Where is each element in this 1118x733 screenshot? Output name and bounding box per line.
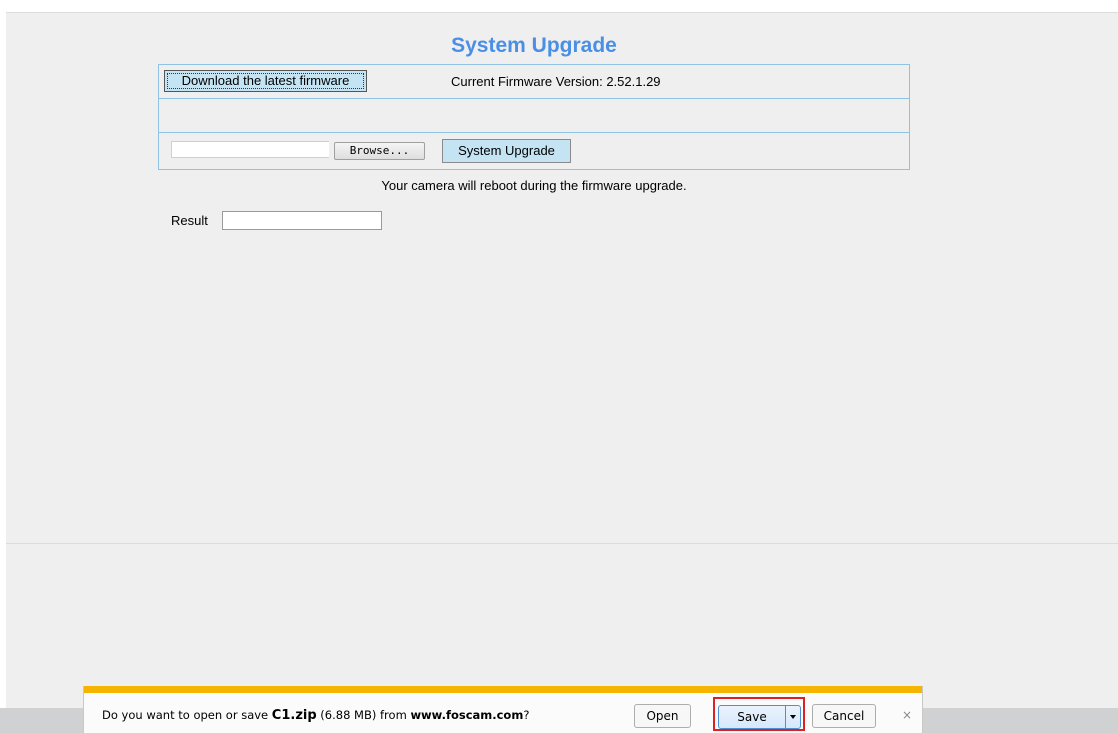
cancel-button[interactable]: Cancel	[812, 704, 876, 728]
save-options-dropdown[interactable]	[785, 705, 801, 729]
download-source-site: www.foscam.com	[410, 708, 524, 722]
result-field	[222, 211, 382, 230]
download-message: Do you want to open or save C1.zip (6.88…	[102, 708, 529, 723]
page-title: System Upgrade	[451, 34, 617, 57]
save-button[interactable]: Save	[718, 705, 785, 729]
close-icon[interactable]: ×	[901, 708, 913, 722]
lower-content-area	[6, 544, 1118, 708]
open-button[interactable]: Open	[634, 704, 691, 728]
file-select-row: Browse... System Upgrade	[159, 99, 909, 163]
result-row: Result	[159, 133, 909, 230]
download-notification-bar: Do you want to open or save C1.zip (6.88…	[83, 686, 923, 733]
save-highlight-box: Save	[713, 697, 805, 731]
notification-accent-bar	[84, 686, 922, 693]
upgrade-panel: Download the latest firmware Current Fir…	[158, 64, 910, 230]
firmware-info-row: Download the latest firmware Current Fir…	[159, 65, 909, 99]
chevron-down-icon	[790, 715, 796, 719]
result-label: Result	[171, 213, 208, 228]
download-file-name: C1.zip	[271, 708, 317, 723]
browser-page: System Upgrade Download the latest firmw…	[0, 0, 1118, 733]
download-message-prefix: Do you want to open or save	[102, 708, 272, 722]
download-firmware-button[interactable]: Download the latest firmware	[164, 70, 367, 92]
download-message-suffix: ?	[523, 708, 530, 722]
top-margin	[0, 0, 1118, 12]
download-file-size: (6.88 MB) from	[316, 708, 411, 722]
firmware-version-label: Current Firmware Version: 2.52.1.29	[451, 74, 661, 89]
reboot-notice: Your camera will reboot during the firmw…	[381, 178, 687, 193]
